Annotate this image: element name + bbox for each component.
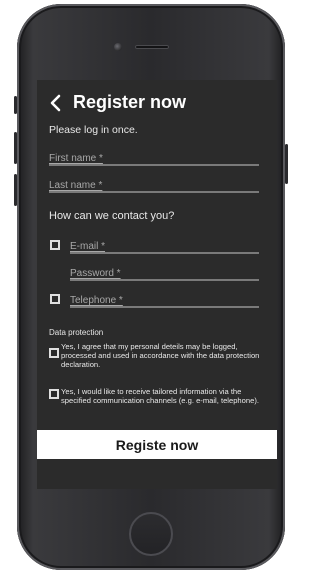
subtitle: Please log in once. <box>49 124 138 136</box>
consent-marketing-text: Yes, I would like to receive tailored in… <box>61 387 259 405</box>
first-name-field <box>49 148 259 166</box>
telephone-input[interactable] <box>70 293 259 308</box>
power-button <box>285 144 288 184</box>
password-field <box>70 263 259 281</box>
consent-privacy-checkbox[interactable] <box>49 348 59 358</box>
contact-heading: How can we contact you? <box>49 210 175 222</box>
email-checkbox[interactable] <box>50 240 60 250</box>
email-field <box>70 236 259 254</box>
consent-marketing-checkbox[interactable] <box>49 389 59 399</box>
consent-privacy-text: Yes, I agree that my personal deteils ma… <box>61 342 260 369</box>
first-name-input[interactable] <box>49 151 259 166</box>
password-input[interactable] <box>70 266 259 281</box>
volume-up-button <box>14 132 17 164</box>
header: Register now <box>49 92 186 113</box>
telephone-checkbox[interactable] <box>50 294 60 304</box>
page-title: Register now <box>73 92 187 112</box>
register-button[interactable]: Registe now <box>37 430 277 459</box>
home-button[interactable] <box>129 512 173 556</box>
front-camera <box>114 43 122 51</box>
app-screen: Register now Please log in once. How can… <box>37 80 277 489</box>
volume-down-button <box>14 174 17 206</box>
chevron-left-icon[interactable] <box>49 94 63 112</box>
email-input[interactable] <box>70 239 259 254</box>
last-name-input[interactable] <box>49 178 259 193</box>
earpiece-speaker <box>135 45 169 49</box>
last-name-field <box>49 175 259 193</box>
data-protection-label: Data protection <box>49 328 104 337</box>
telephone-field <box>70 290 259 308</box>
mute-switch <box>14 96 17 114</box>
